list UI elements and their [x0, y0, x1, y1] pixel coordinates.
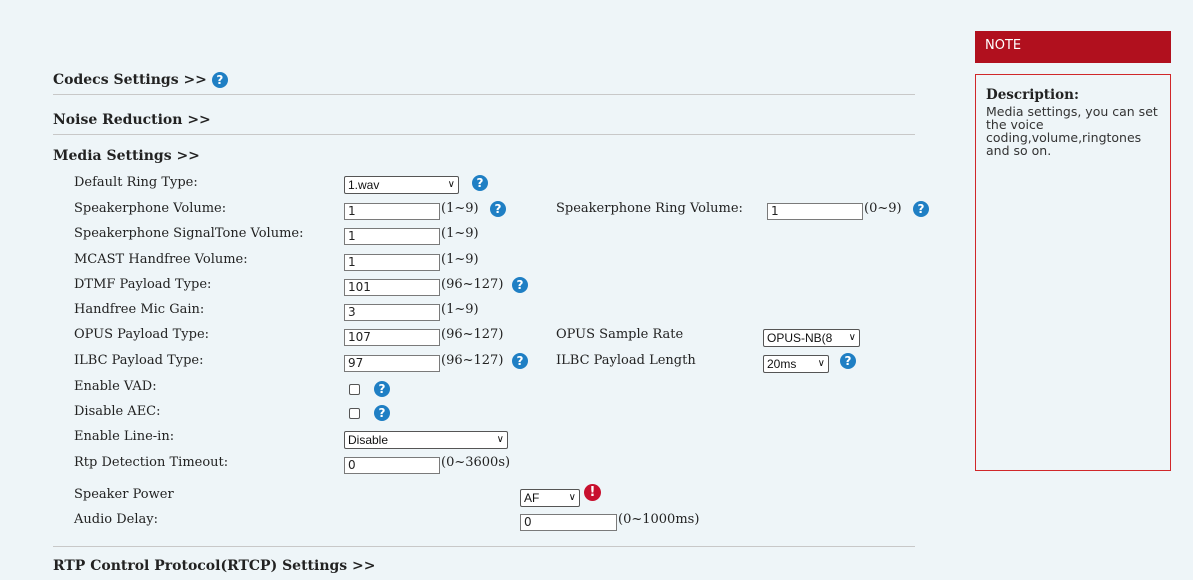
section-rtcp-settings[interactable]: RTP Control Protocol(RTCP) Settings >> — [53, 556, 915, 580]
enable-line-in-value: Disable — [348, 433, 389, 447]
help-icon[interactable]: ? — [490, 201, 506, 217]
chevron-down-icon: ∨ — [447, 179, 455, 190]
chevron-down-icon: ∨ — [817, 358, 825, 369]
chevron-down-icon: ∨ — [568, 492, 576, 503]
dtmf-payload-type-range: (96~127) — [441, 277, 504, 292]
section-media-settings[interactable]: Media Settings >> — [53, 146, 915, 170]
default-ring-type-label: Default Ring Type: — [74, 175, 198, 190]
signaltone-volume-label: Speakerphone SignalTone Volume: — [74, 226, 304, 241]
chevron-down-icon: ∨ — [496, 434, 504, 445]
ilbc-payload-length-label: ILBC Payload Length — [556, 353, 696, 368]
enable-vad-label: Enable VAD: — [74, 379, 157, 394]
section-codecs-settings[interactable]: Codecs Settings >> ? — [53, 70, 915, 95]
help-icon[interactable]: ? — [512, 277, 528, 293]
signaltone-volume-range: (1~9) — [441, 226, 479, 241]
speakerphone-ring-volume-range: (0~9) — [864, 201, 902, 216]
help-icon[interactable]: ? — [840, 353, 856, 369]
ilbc-payload-type-input[interactable]: 97 — [344, 355, 440, 372]
help-icon[interactable]: ? — [374, 381, 390, 397]
note-box: Description: Media settings, you can set… — [975, 74, 1171, 471]
rtp-detection-timeout-input[interactable]: 0 — [344, 457, 440, 474]
speakerphone-volume-input[interactable]: 1 — [344, 203, 440, 220]
opus-payload-type-label: OPUS Payload Type: — [74, 327, 210, 342]
enable-line-in-select[interactable]: Disable ∨ — [344, 431, 508, 449]
help-icon[interactable]: ? — [472, 175, 488, 191]
help-icon[interactable]: ? — [913, 201, 929, 217]
section-noise-reduction[interactable]: Noise Reduction >> — [53, 110, 915, 135]
enable-vad-checkbox[interactable] — [349, 384, 360, 395]
ilbc-payload-type-range: (96~127) — [441, 353, 504, 368]
mcast-handfree-volume-range: (1~9) — [441, 252, 479, 267]
ilbc-payload-length-value: 20ms — [767, 357, 797, 371]
rtp-detection-timeout-label: Rtp Detection Timeout: — [74, 455, 229, 470]
speakerphone-ring-volume-label: Speakerphone Ring Volume: — [556, 201, 743, 216]
note-header: NOTE — [975, 31, 1171, 63]
ilbc-payload-type-label: ILBC Payload Type: — [74, 353, 204, 368]
dtmf-payload-type-label: DTMF Payload Type: — [74, 277, 212, 292]
section-media-title[interactable]: Media Settings >> — [53, 146, 200, 166]
speakerphone-ring-volume-input[interactable]: 1 — [767, 203, 863, 220]
help-icon[interactable]: ? — [512, 353, 528, 369]
audio-delay-input[interactable]: 0 — [520, 514, 617, 531]
enable-line-in-label: Enable Line-in: — [74, 429, 175, 444]
mcast-handfree-volume-input[interactable]: 1 — [344, 254, 440, 271]
warning-icon[interactable]: ! — [584, 484, 601, 501]
opus-sample-rate-select[interactable]: OPUS-NB(8 ∨ — [763, 329, 860, 347]
rtp-detection-timeout-range: (0~3600s) — [441, 455, 511, 470]
speaker-power-select[interactable]: AF ∨ — [520, 489, 580, 507]
chevron-down-icon: ∨ — [848, 332, 856, 343]
speakerphone-volume-label: Speakerphone Volume: — [74, 201, 227, 216]
section-rtcp-title[interactable]: RTP Control Protocol(RTCP) Settings >> — [53, 556, 376, 576]
default-ring-type-value: 1.wav — [348, 178, 380, 192]
opus-payload-type-input[interactable]: 107 — [344, 329, 440, 346]
note-description-text: Media settings, you can set the voice co… — [986, 104, 1158, 158]
speaker-power-label: Speaker Power — [74, 487, 174, 502]
opus-payload-type-range: (96~127) — [441, 327, 504, 342]
mcast-handfree-volume-label: MCAST Handfree Volume: — [74, 252, 248, 267]
dtmf-payload-type-input[interactable]: 101 — [344, 279, 440, 296]
disable-aec-label: Disable AEC: — [74, 404, 161, 419]
help-icon[interactable]: ? — [211, 72, 228, 88]
section-noise-title[interactable]: Noise Reduction >> — [53, 110, 211, 130]
handfree-mic-gain-input[interactable]: 3 — [344, 304, 440, 321]
opus-sample-rate-label: OPUS Sample Rate — [556, 327, 684, 342]
handfree-mic-gain-label: Handfree Mic Gain: — [74, 302, 205, 317]
help-icon[interactable]: ? — [374, 405, 390, 421]
signaltone-volume-input[interactable]: 1 — [344, 228, 440, 245]
speakerphone-volume-range: (1~9) — [441, 201, 479, 216]
handfree-mic-gain-range: (1~9) — [441, 302, 479, 317]
note-description-title: Description: — [986, 87, 1079, 103]
ilbc-payload-length-select[interactable]: 20ms ∨ — [763, 355, 829, 373]
audio-delay-label: Audio Delay: — [74, 512, 158, 527]
speaker-power-value: AF — [524, 491, 540, 505]
section-codecs-title[interactable]: Codecs Settings >> — [53, 70, 207, 90]
divider — [53, 546, 915, 547]
disable-aec-checkbox[interactable] — [349, 408, 360, 419]
audio-delay-range: (0~1000ms) — [618, 512, 700, 527]
default-ring-type-select[interactable]: 1.wav ∨ — [344, 176, 459, 194]
opus-sample-rate-value: OPUS-NB(8 — [767, 331, 833, 345]
